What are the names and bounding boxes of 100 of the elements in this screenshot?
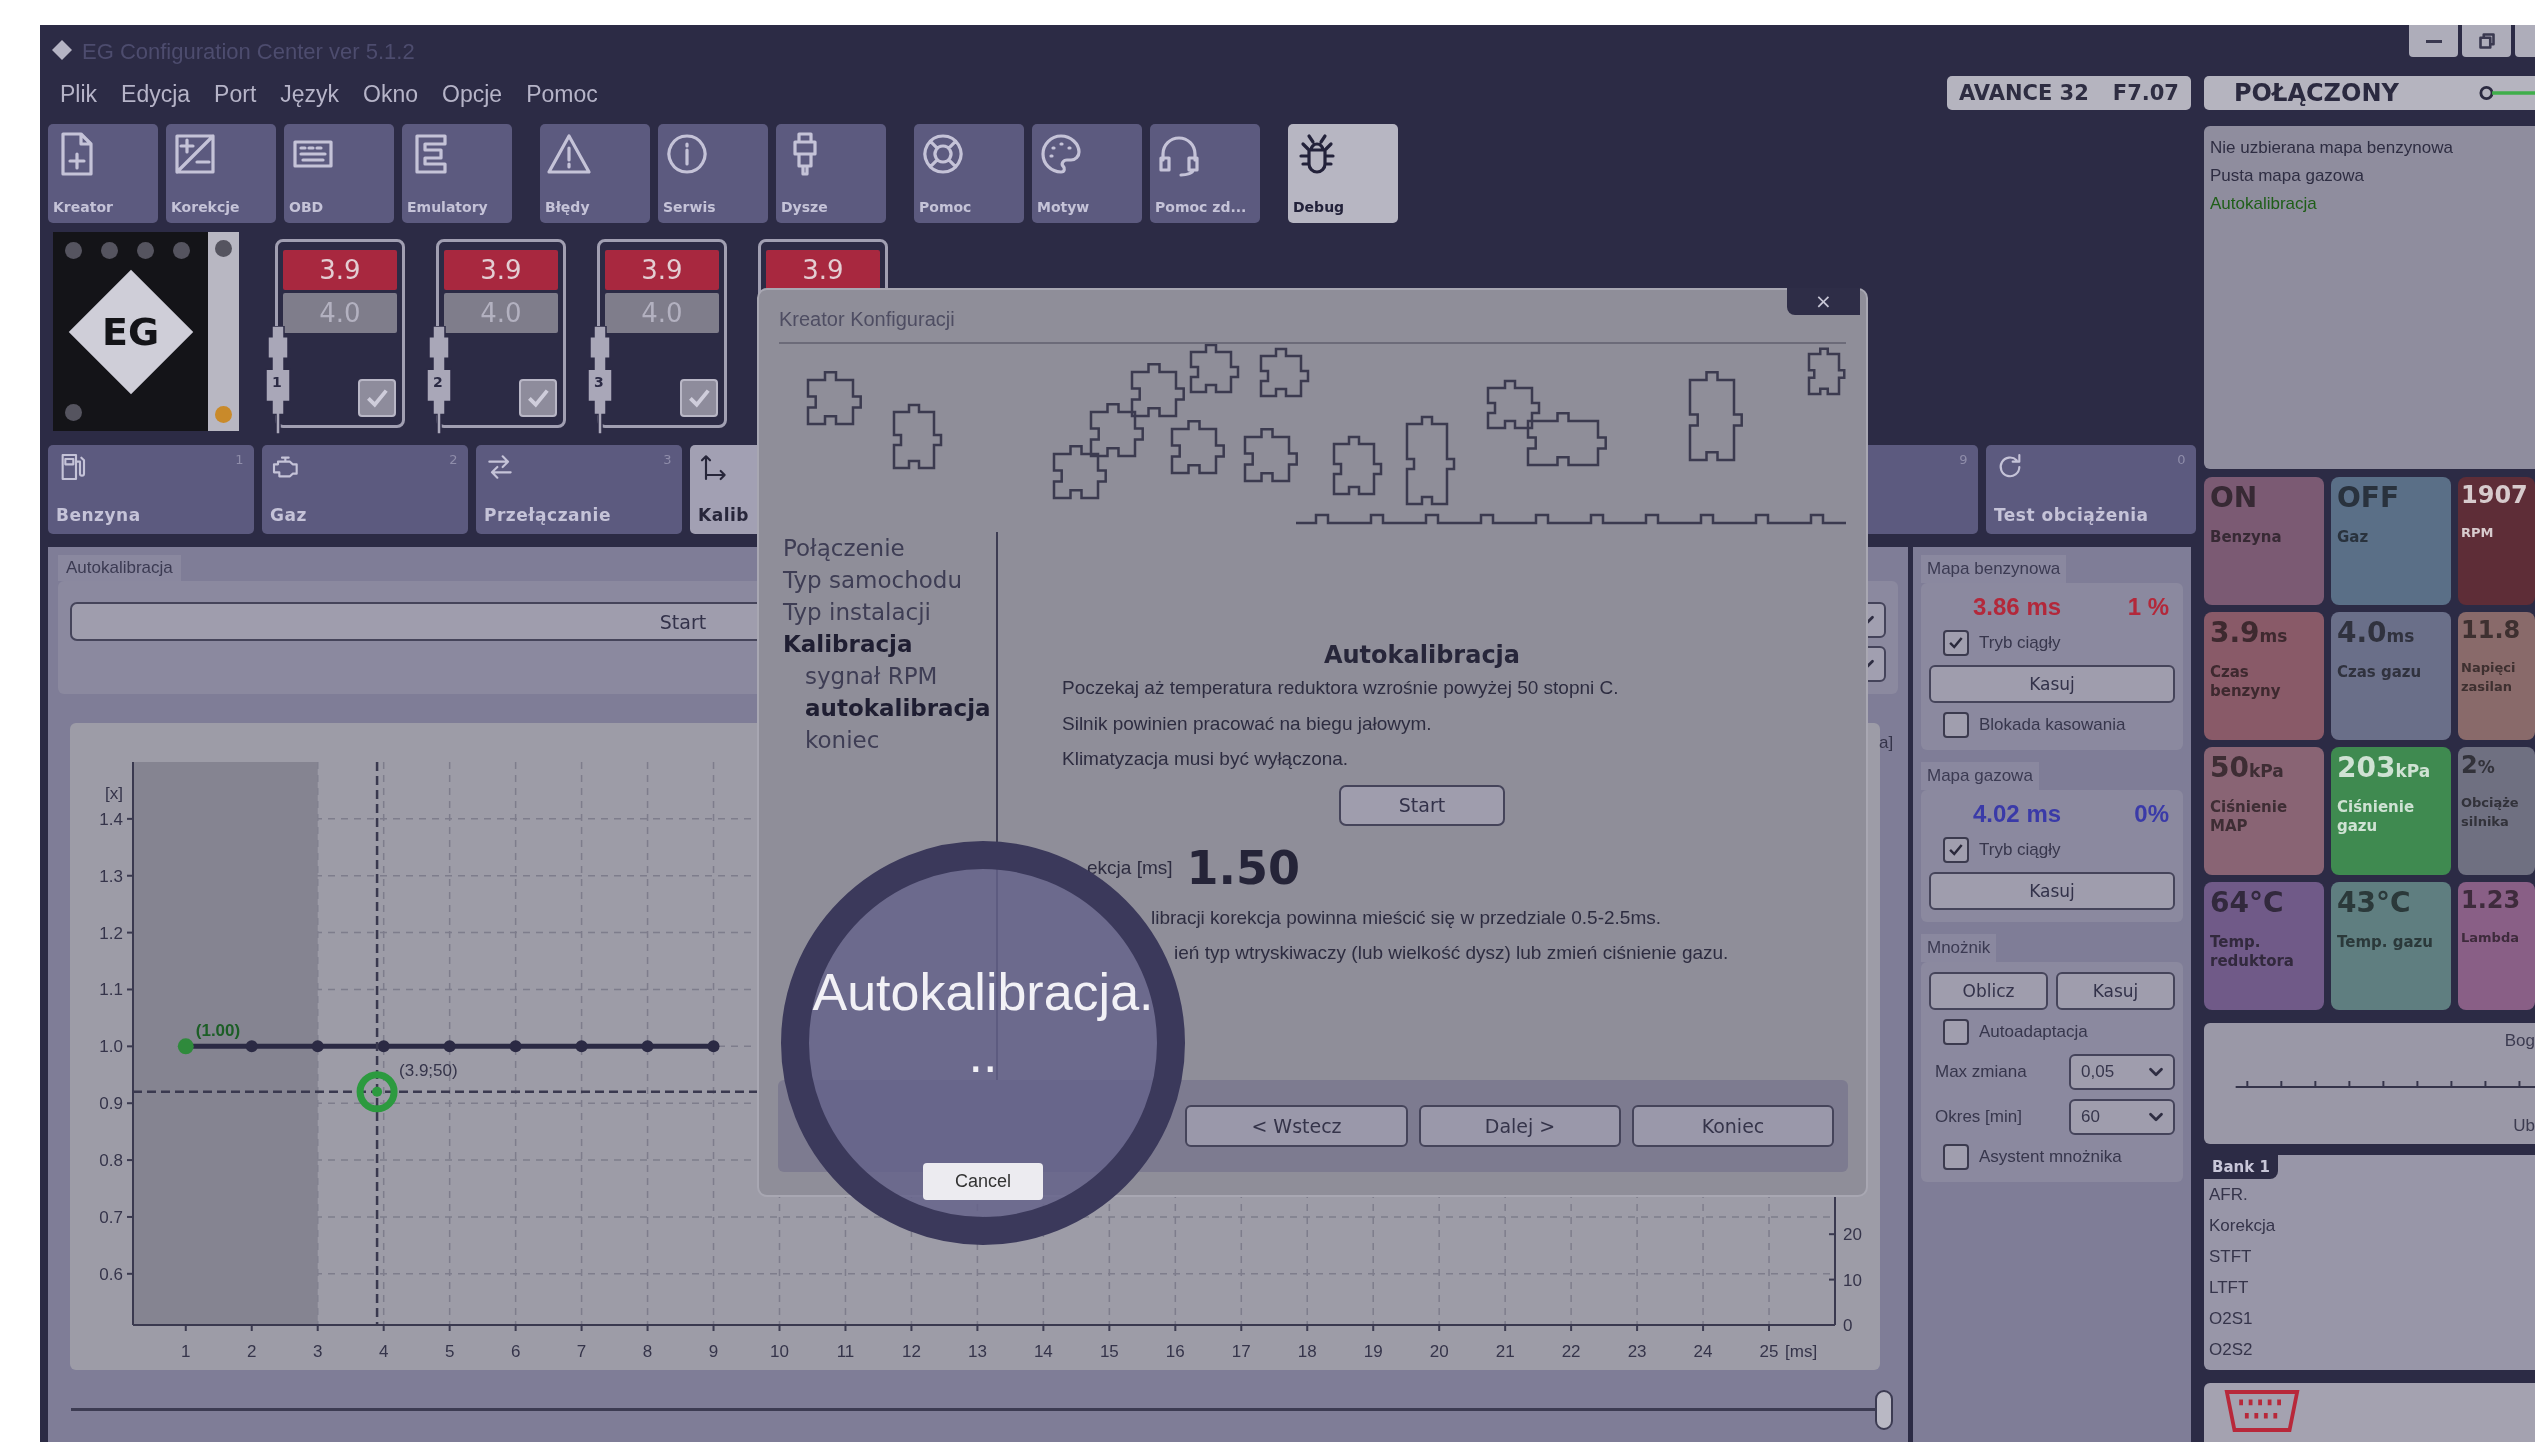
toolbar-button[interactable]: Błędy: [540, 124, 650, 223]
minimize-button[interactable]: [2409, 25, 2458, 57]
checkbox-label: Tryb ciągły: [1979, 840, 2061, 860]
toolbar-button[interactable]: Emulatory: [402, 124, 512, 223]
readout-value: 1907: [2461, 481, 2528, 509]
toolbar-button[interactable]: Korekcje: [166, 124, 276, 223]
checkbox[interactable]: [1943, 1019, 1969, 1045]
toolbar-button[interactable]: Serwis: [658, 124, 768, 223]
menu-item[interactable]: Okno: [363, 81, 419, 108]
tick-label: 20: [1843, 1225, 1862, 1245]
dropdown[interactable]: 60: [2069, 1099, 2175, 1135]
tick-label: 0.9: [99, 1094, 123, 1114]
cancel-button[interactable]: Cancel: [923, 1163, 1043, 1200]
checkbox[interactable]: [1943, 1144, 1969, 1170]
checkbox[interactable]: [519, 379, 557, 417]
field-label: Okres [min]: [1935, 1107, 2022, 1127]
tick-label: 20: [1429, 1342, 1449, 1361]
close-button[interactable]: ×: [1787, 288, 1860, 315]
percent-value: 1 %: [2127, 593, 2169, 621]
led-icon: [173, 242, 190, 259]
parameter-label: O2S1: [2208, 1308, 2253, 1330]
menu-item[interactable]: Plik: [60, 81, 98, 108]
led-icon: [101, 242, 118, 259]
checkbox-label: Tryb ciągły: [1979, 633, 2061, 653]
dropdown[interactable]: 0,05: [2069, 1054, 2175, 1090]
toolbar-button[interactable]: Pomoc zd...: [1150, 124, 1260, 223]
checkbox[interactable]: [1943, 630, 1969, 656]
tick-label: 4: [378, 1342, 389, 1361]
instruction-text: Poczekaj aż temperatura reduktora wzrośnie powyżej 50 stopni C.: [1062, 676, 1620, 700]
clear-button[interactable]: Kasuj: [2056, 972, 2175, 1010]
tick-label: 9: [708, 1342, 719, 1361]
status-message: Nie uzbierana mapa benzynowa: [2210, 137, 2453, 159]
toolbar-button[interactable]: Motyw: [1032, 124, 1142, 223]
clear-button[interactable]: Kasuj: [1929, 872, 2175, 910]
data-point: [311, 1040, 324, 1053]
led-icon: [215, 240, 232, 257]
injector-number: 1: [272, 374, 282, 390]
wizard-button[interactable]: Dalej >: [1419, 1105, 1621, 1147]
wizard-button[interactable]: < Wstecz: [1185, 1105, 1408, 1147]
readout-value: ON: [2210, 481, 2258, 514]
tick-label: 12: [901, 1342, 921, 1361]
tick-label: 0.8: [99, 1151, 123, 1171]
tick-label: 16: [1165, 1342, 1185, 1361]
readout-value: 43°C: [2337, 886, 2411, 919]
axis-label: [x]: [105, 783, 123, 803]
readout-value: 64°C: [2210, 886, 2284, 919]
readout-label: Temp. gazu: [2337, 933, 2433, 952]
checkbox[interactable]: [358, 379, 396, 417]
instruction-text: Silnik powinien pracować na biegu jałowym.: [1062, 711, 1433, 736]
readout-label: Temp. reduktora: [2210, 933, 2295, 971]
data-point: [509, 1040, 522, 1053]
section-heading: Autokalibracja: [1322, 640, 1522, 670]
toolbar-button[interactable]: OBD: [284, 124, 394, 223]
menu-item[interactable]: Edycja: [121, 81, 191, 108]
compute-button[interactable]: Oblicz: [1929, 972, 2048, 1010]
correction-value: 1.50: [1186, 840, 1301, 895]
tick-label: 24: [1693, 1342, 1713, 1361]
restore-button[interactable]: [2462, 25, 2511, 57]
checkbox[interactable]: [1943, 837, 1969, 863]
injector-number: 2: [433, 374, 443, 390]
menu-item[interactable]: Pomoc: [526, 81, 598, 108]
toolbar-button[interactable]: Debug: [1288, 124, 1398, 223]
tick-label: 19: [1363, 1342, 1383, 1361]
tick-label: 17: [1231, 1342, 1251, 1361]
cursor-marker[interactable]: [356, 1071, 398, 1113]
readout-value: 3.9ms: [2210, 616, 2288, 649]
wizard-step: Typ samochodu: [783, 564, 996, 596]
toolbar-button[interactable]: Kreator: [48, 124, 158, 223]
group-title: Autokalibracja: [58, 555, 181, 581]
readout-value: 2%: [2461, 751, 2495, 779]
checkbox[interactable]: [680, 379, 718, 417]
readout-label: Lambda: [2461, 929, 2519, 947]
parameter-label: LTFT: [2208, 1277, 2249, 1299]
slider-thumb[interactable]: [1875, 1390, 1893, 1430]
toolbar-button[interactable]: Dysze: [776, 124, 886, 223]
clear-button[interactable]: Kasuj: [1929, 665, 2175, 703]
tick-label: 11: [836, 1342, 855, 1361]
data-point: [245, 1040, 258, 1053]
checkbox[interactable]: [1943, 712, 1969, 738]
tick-label: 6: [510, 1342, 521, 1361]
wizard-step: autokalibracja: [783, 692, 996, 724]
readout-value: 50kPa: [2210, 751, 2284, 784]
petrol-time: 3.9: [766, 250, 880, 290]
status-label: POŁĄCZONY: [2234, 79, 2399, 107]
wizard-button[interactable]: Koniec: [1632, 1105, 1834, 1147]
tick-label: 18: [1297, 1342, 1317, 1361]
parameter-label: O2S2: [2208, 1339, 2253, 1361]
tick-label: 1.2: [99, 923, 123, 943]
menu-item[interactable]: Język: [280, 81, 340, 108]
led-icon: [65, 242, 82, 259]
data-point: [641, 1040, 654, 1053]
tick-label: 22: [1561, 1342, 1581, 1361]
toolbar-button[interactable]: Pomoc: [914, 124, 1024, 223]
menu-item[interactable]: Opcje: [442, 81, 503, 108]
start-button[interactable]: Start: [1339, 784, 1505, 826]
menu-item[interactable]: Port: [214, 81, 257, 108]
axis-label: a]: [1879, 733, 1894, 752]
tick-label: 1.1: [99, 980, 123, 1000]
status-message: Pusta mapa gazowa: [2210, 165, 2365, 187]
tick-label: 1.4: [99, 809, 123, 829]
